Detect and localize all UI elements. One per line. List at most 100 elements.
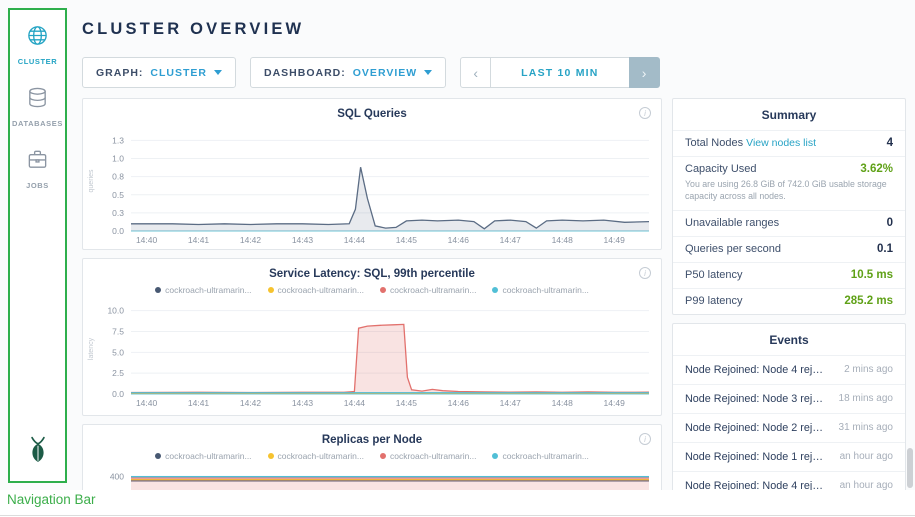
time-range-value[interactable]: LAST 10 MIN xyxy=(491,57,628,88)
summary-panel-title: Summary xyxy=(673,99,905,130)
summary-row-total-nodes: Total Nodes View nodes list 4 xyxy=(673,130,905,156)
summary-value: 3.62% xyxy=(860,163,893,175)
chart-plot: 1.31.00.80.50.30.014:4014:4114:4214:4314… xyxy=(83,125,661,247)
event-time: an hour ago xyxy=(840,451,893,462)
admin-ui: CLUSTER DATABASES xyxy=(0,0,915,490)
summary-label: P99 latency xyxy=(685,295,742,307)
sidebar-item-cluster[interactable]: CLUSTER xyxy=(18,24,58,66)
summary-row-queries-per-second: Queries per second 0.1 xyxy=(673,236,905,262)
info-icon[interactable]: i xyxy=(639,267,651,279)
time-range-selector: ‹ LAST 10 MIN › xyxy=(460,57,659,88)
time-range-next-button[interactable]: › xyxy=(629,57,660,88)
svg-text:14:47: 14:47 xyxy=(500,398,522,408)
event-row: Node Rejoined: Node 2 rej… 31 mins ago xyxy=(673,413,905,442)
chevron-down-icon xyxy=(424,70,432,75)
summary-label: Unavailable ranges xyxy=(685,217,779,229)
summary-value: 10.5 ms xyxy=(851,269,893,281)
svg-text:0.3: 0.3 xyxy=(112,208,124,218)
dashboard-dropdown[interactable]: DASHBOARD: OVERVIEW xyxy=(250,57,446,88)
svg-text:0.5: 0.5 xyxy=(112,190,124,200)
svg-text:14:46: 14:46 xyxy=(448,235,470,245)
time-range-prev-button[interactable]: ‹ xyxy=(460,57,491,88)
events-panel: Events Node Rejoined: Node 4 rej… 2 mins… xyxy=(672,323,906,490)
svg-text:2.5: 2.5 xyxy=(112,368,124,378)
event-time: an hour ago xyxy=(840,480,893,490)
summary-value: 0.1 xyxy=(877,243,893,255)
event-text: Node Rejoined: Node 4 rej… xyxy=(685,480,823,490)
svg-text:0.8: 0.8 xyxy=(112,172,124,182)
summary-row-p50-latency: P50 latency 10.5 ms xyxy=(673,262,905,288)
legend-item: cockroach-ultramarin... xyxy=(155,284,251,296)
svg-text:14:41: 14:41 xyxy=(188,235,210,245)
summary-label: Queries per second xyxy=(685,243,781,255)
screenshot-stage: CLUSTER DATABASES xyxy=(0,0,915,517)
view-nodes-list-link[interactable]: View nodes list xyxy=(746,137,816,149)
legend-item: cockroach-ultramarin... xyxy=(492,450,588,462)
event-text: Node Rejoined: Node 4 rej… xyxy=(685,364,823,376)
dashboard-dropdown-label: DASHBOARD: xyxy=(264,67,346,79)
svg-text:14:45: 14:45 xyxy=(396,398,418,408)
sidebar-label-cluster: CLUSTER xyxy=(18,57,58,66)
svg-text:5.0: 5.0 xyxy=(112,347,124,357)
svg-text:1.0: 1.0 xyxy=(112,154,124,164)
chart-title: SQL Queries xyxy=(83,99,661,120)
chart-plot: 40014:4014:4114:4214:4314:4414:4514:4614… xyxy=(83,464,661,490)
svg-text:14:40: 14:40 xyxy=(136,398,158,408)
jobs-briefcase-icon xyxy=(26,148,49,176)
svg-text:14:48: 14:48 xyxy=(552,398,574,408)
svg-text:14:49: 14:49 xyxy=(604,398,626,408)
chart-card-replicas-per-node: Replicas per Node i cockroach-ultramarin… xyxy=(82,424,662,490)
event-text: Node Rejoined: Node 3 rej… xyxy=(685,393,823,405)
legend-item: cockroach-ultramarin... xyxy=(492,284,588,296)
summary-label: Total Nodes xyxy=(685,137,743,149)
capacity-subtext: You are using 26.8 GiB of 742.0 GiB usab… xyxy=(685,178,893,203)
legend-item: cockroach-ultramarin... xyxy=(268,284,364,296)
legend-dot-icon xyxy=(155,453,161,459)
chevron-down-icon xyxy=(214,70,222,75)
svg-text:14:42: 14:42 xyxy=(240,235,262,245)
event-time: 18 mins ago xyxy=(839,393,893,404)
vertical-scrollbar[interactable] xyxy=(907,448,913,488)
event-text: Node Rejoined: Node 2 rej… xyxy=(685,422,823,434)
legend-dot-icon xyxy=(155,287,161,293)
events-panel-title: Events xyxy=(673,324,905,355)
event-row: Node Rejoined: Node 4 rej… 2 mins ago xyxy=(673,355,905,384)
svg-text:14:48: 14:48 xyxy=(552,235,574,245)
annotation-caption: Navigation Bar xyxy=(7,492,96,507)
sidebar-label-jobs: JOBS xyxy=(26,181,49,190)
graph-dropdown-value: CLUSTER xyxy=(150,67,207,79)
summary-value: 0 xyxy=(887,217,893,229)
legend-item: cockroach-ultramarin... xyxy=(380,450,476,462)
info-icon[interactable]: i xyxy=(639,107,651,119)
svg-text:400: 400 xyxy=(110,471,124,481)
info-icon[interactable]: i xyxy=(639,433,651,445)
chart-title: Service Latency: SQL, 99th percentile xyxy=(83,259,661,280)
chart-plot: 10.07.55.02.50.014:4014:4114:4214:4314:4… xyxy=(83,298,661,410)
chart-svg: 10.07.55.02.50.014:4014:4114:4214:4314:4… xyxy=(83,298,661,410)
svg-text:0.0: 0.0 xyxy=(112,226,124,236)
svg-text:14:46: 14:46 xyxy=(448,398,470,408)
cockroachdb-logo xyxy=(25,436,51,469)
svg-text:14:44: 14:44 xyxy=(344,235,366,245)
databases-icon xyxy=(26,86,49,114)
event-time: 31 mins ago xyxy=(839,422,893,433)
svg-text:1.3: 1.3 xyxy=(112,135,124,145)
dashboard-dropdown-value: OVERVIEW xyxy=(353,67,417,79)
event-time: 2 mins ago xyxy=(844,364,893,375)
toolbar: GRAPH: CLUSTER DASHBOARD: OVERVIEW ‹ LAS… xyxy=(82,57,660,88)
svg-text:14:44: 14:44 xyxy=(344,398,366,408)
bottom-divider xyxy=(0,515,915,516)
legend-dot-icon xyxy=(268,453,274,459)
chart-legend: cockroach-ultramarin... cockroach-ultrama… xyxy=(83,284,661,296)
svg-text:14:43: 14:43 xyxy=(292,398,314,408)
sidebar-item-databases[interactable]: DATABASES xyxy=(12,86,63,128)
cluster-globe-icon xyxy=(26,24,49,52)
legend-dot-icon xyxy=(492,453,498,459)
graph-dropdown[interactable]: GRAPH: CLUSTER xyxy=(82,57,236,88)
svg-text:14:42: 14:42 xyxy=(240,398,262,408)
event-row: Node Rejoined: Node 1 rej… an hour ago xyxy=(673,442,905,471)
svg-text:14:41: 14:41 xyxy=(188,398,210,408)
svg-text:queries: queries xyxy=(88,169,95,192)
sidebar-item-jobs[interactable]: JOBS xyxy=(26,148,49,190)
svg-text:14:43: 14:43 xyxy=(292,235,314,245)
